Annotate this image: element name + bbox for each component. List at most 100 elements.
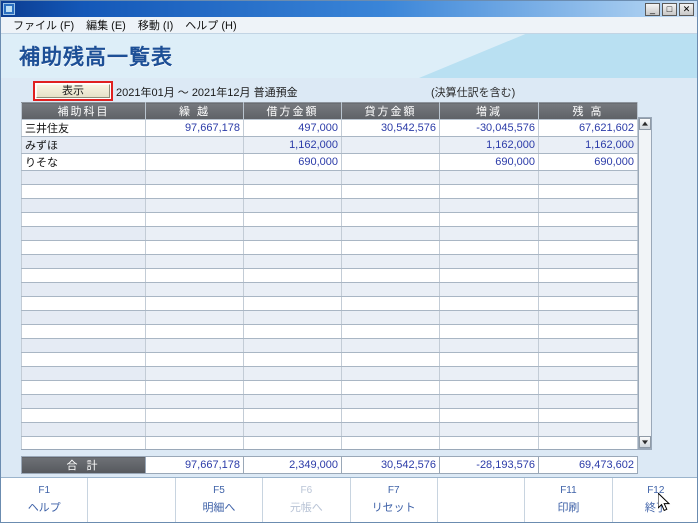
table-row-empty[interactable] — [21, 240, 638, 255]
menu-item-edit[interactable]: 編集 (E) — [80, 16, 132, 34]
col-header-carryover[interactable]: 繰 越 — [145, 102, 244, 120]
cell-credit: 30,542,576 — [341, 119, 440, 137]
cell-empty — [538, 408, 638, 423]
total-credit: 30,542,576 — [341, 456, 440, 474]
table-row-empty[interactable] — [21, 338, 638, 353]
cell-empty — [341, 394, 440, 409]
minimize-button[interactable]: _ — [645, 2, 660, 16]
menu-item-file[interactable]: ファイル (F) — [7, 16, 80, 34]
col-header-credit[interactable]: 貸方金額 — [341, 102, 440, 120]
table-row-empty[interactable] — [21, 282, 638, 297]
table-row-empty[interactable] — [21, 226, 638, 241]
cell-empty — [21, 422, 146, 437]
scroll-up-icon[interactable] — [639, 118, 651, 130]
maximize-button[interactable]: □ — [662, 2, 677, 16]
function-key-f1[interactable]: F1 ヘルプ — [1, 478, 89, 522]
table-row-empty[interactable] — [21, 310, 638, 325]
toolbar: 表示 2021年01月 ～ 2021年12月 普通預金 (決算仕訳を含む) — [1, 80, 697, 104]
table-row-empty[interactable] — [21, 268, 638, 283]
display-button[interactable]: 表示 — [36, 84, 110, 98]
table-row-empty[interactable] — [21, 324, 638, 339]
col-header-debit[interactable]: 借方金額 — [243, 102, 342, 120]
table-row-empty[interactable] — [21, 198, 638, 213]
cell-empty — [21, 240, 146, 255]
close-button[interactable]: ✕ — [679, 2, 694, 16]
cell-empty — [439, 338, 539, 353]
cell-empty — [243, 296, 342, 311]
cell-empty — [21, 310, 146, 325]
table-row[interactable]: みずほ 1,162,000 1,162,000 1,162,000 — [21, 136, 638, 154]
cell-empty — [538, 268, 638, 283]
table-row[interactable]: りそな 690,000 690,000 690,000 — [21, 153, 638, 171]
cell-empty — [145, 352, 244, 367]
table-row-empty[interactable] — [21, 408, 638, 423]
table-body: 三井住友 97,667,178 497,000 30,542,576 -30,045,5… — [21, 119, 638, 449]
cell-empty — [243, 254, 342, 269]
cell-empty — [145, 380, 244, 395]
table-row-empty[interactable] — [21, 436, 638, 449]
cell-empty — [538, 282, 638, 297]
function-key-number: F1 — [38, 485, 51, 496]
cell-empty — [243, 212, 342, 227]
cell-empty — [439, 352, 539, 367]
table-vertical-scrollbar[interactable] — [638, 117, 652, 449]
table-row-empty[interactable] — [21, 212, 638, 227]
cell-empty — [145, 366, 244, 381]
col-header-change[interactable]: 増減 — [439, 102, 539, 120]
scrollbar-track[interactable] — [639, 130, 651, 436]
cell-empty — [439, 366, 539, 381]
menu-item-move[interactable]: 移動 (I) — [132, 16, 179, 34]
totals-spacer — [637, 456, 653, 474]
function-key-f12[interactable]: F12 終了 — [613, 478, 697, 522]
table-row[interactable]: 三井住友 97,667,178 497,000 30,542,576 -30,045,5… — [21, 119, 638, 137]
cell-empty — [538, 184, 638, 199]
menu-item-help[interactable]: ヘルプ (H) — [179, 16, 242, 34]
cell-empty — [341, 282, 440, 297]
cell-empty — [341, 198, 440, 213]
col-header-balance[interactable]: 残 高 — [538, 102, 638, 120]
cell-empty — [538, 240, 638, 255]
app-icon — [3, 3, 15, 15]
cell-empty — [439, 422, 539, 437]
scroll-down-icon[interactable] — [639, 436, 651, 448]
table-header: 補助科目 繰 越 借方金額 貸方金額 増減 残 高 — [21, 102, 638, 120]
cell-empty — [21, 296, 146, 311]
function-key-f11[interactable]: F11 印刷 — [525, 478, 613, 522]
cell-empty — [243, 436, 342, 449]
function-key-label: 終了 — [644, 502, 667, 514]
closing-entries-note: (決算仕訳を含む) — [431, 87, 516, 99]
cell-empty — [145, 240, 244, 255]
cell-debit: 1,162,000 — [243, 136, 342, 154]
function-key-f7[interactable]: F7 リセット — [351, 478, 438, 522]
cell-empty — [21, 198, 146, 213]
function-key-f6[interactable]: F6 元帳へ — [263, 478, 351, 522]
table-row-empty[interactable] — [21, 170, 638, 185]
table-row-empty[interactable] — [21, 366, 638, 381]
cell-empty — [21, 324, 146, 339]
col-header-subaccount[interactable]: 補助科目 — [21, 102, 146, 120]
cell-empty — [538, 296, 638, 311]
cell-empty — [21, 226, 146, 241]
table-row-empty[interactable] — [21, 352, 638, 367]
function-key-f5[interactable]: F5 明細へ — [176, 478, 264, 522]
cell-empty — [439, 394, 539, 409]
table-row-empty[interactable] — [21, 394, 638, 409]
cell-empty — [243, 282, 342, 297]
cell-empty — [538, 394, 638, 409]
table-row-empty[interactable] — [21, 254, 638, 269]
totals-row-area: 合 計 97,667,178 2,349,000 30,542,576 -28,… — [21, 456, 653, 474]
total-change: -28,193,576 — [439, 456, 539, 474]
cell-empty — [243, 226, 342, 241]
cell-empty — [538, 170, 638, 185]
total-label: 合 計 — [21, 456, 146, 474]
table-row-empty[interactable] — [21, 296, 638, 311]
table-row-empty[interactable] — [21, 380, 638, 395]
cell-empty — [439, 282, 539, 297]
table-row-empty[interactable] — [21, 184, 638, 199]
cell-empty — [439, 268, 539, 283]
cell-empty — [439, 310, 539, 325]
cell-empty — [538, 366, 638, 381]
cell-empty — [21, 212, 146, 227]
table-row-empty[interactable] — [21, 422, 638, 437]
cell-empty — [145, 282, 244, 297]
